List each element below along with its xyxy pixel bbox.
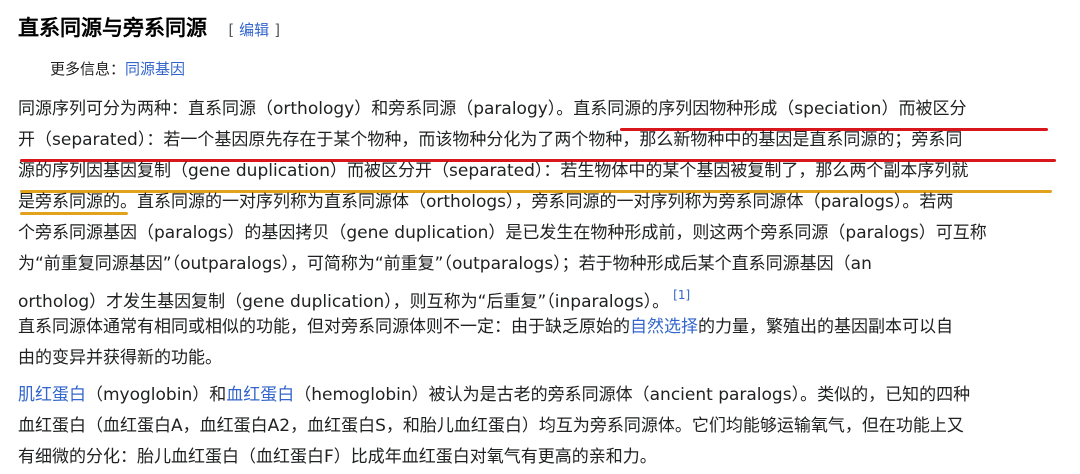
text-segment: 直系同源体通常有相同或相似的功能，但对旁系同源体则不一定：由于缺乏原始的 <box>18 317 630 337</box>
text-line: 同源序列可分为两种：直系同源（orthology）和旁系同源（paralogy）… <box>18 99 967 119</box>
text-line: 肌红蛋白（myoglobin）和血红蛋白（hemoglobin）被认为是古老的旁… <box>18 380 1062 411</box>
text-segment: 的力量，繁殖出的基因副本可以自 <box>698 317 953 337</box>
natural-selection-link[interactable]: 自然选择 <box>630 317 698 337</box>
text-line: ortholog）才发生基因复制（gene duplication），则互称为“… <box>18 280 1062 312</box>
text-line: 源的序列因基因复制（gene duplication）而被区分开（separat… <box>18 161 969 181</box>
hemoglobin-link[interactable]: 血红蛋白 <box>226 385 294 405</box>
text-line: 血红蛋白（血红蛋白A，血红蛋白A2，血红蛋白S，和胎儿血红蛋白）均互为旁系同源体… <box>18 416 964 436</box>
hatnote-prefix: 更多信息： <box>50 60 126 78</box>
text-line: 开（separated）：若一个基因原先存在于某个物种，而该物种分化为了两个物种… <box>18 130 963 150</box>
citation-ref[interactable]: [1] <box>673 288 690 302</box>
text-line: 直系同源体通常有相同或相似的功能，但对旁系同源体则不一定：由于缺乏原始的自然选择… <box>18 312 1062 343</box>
text-segment: （myoglobin）和 <box>86 385 227 405</box>
text-segment: （hemoglobin）被认为是古老的旁系同源体（ancient paralog… <box>294 385 971 405</box>
text-line: 由的变异并获得新的功能。 <box>18 348 222 368</box>
paragraph-hemoglobin: 肌红蛋白（myoglobin）和血红蛋白（hemoglobin）被认为是古老的旁… <box>18 380 1062 473</box>
paragraph-homology-types: 同源序列可分为两种：直系同源（orthology）和旁系同源（paralogy）… <box>18 94 1062 312</box>
hatnote-link[interactable]: 同源基因 <box>125 60 185 78</box>
edit-bracket-close: ] <box>274 21 281 39</box>
paragraph-function: 直系同源体通常有相同或相似的功能，但对旁系同源体则不一定：由于缺乏原始的自然选择… <box>18 312 1062 374</box>
edit-bracket-open: [ <box>228 21 235 39</box>
text-line: 有细微的分化：胎儿血红蛋白（血红蛋白F）比成年血红蛋白对氧气有更高的亲和力。 <box>18 447 657 467</box>
text-line: 为“前重复同源基因”（outparalogs），可简称为“前重复”（outpar… <box>18 254 872 274</box>
edit-link[interactable]: 编辑 <box>239 21 269 39</box>
section-heading: 直系同源与旁系同源 [编辑] <box>18 12 280 42</box>
hatnote: 更多信息：同源基因 <box>50 58 185 79</box>
myoglobin-link[interactable]: 肌红蛋白 <box>18 385 86 405</box>
text-line: 个旁系同源基因（paralogs）的基因拷贝（gene duplication）… <box>18 223 987 243</box>
text-line-content: ortholog）才发生基因复制（gene duplication），则互称为“… <box>18 292 670 312</box>
section-title: 直系同源与旁系同源 <box>18 16 207 40</box>
text-line: 是旁系同源的。直系同源的一对序列称为直系同源体（orthologs），旁系同源的… <box>18 192 954 212</box>
edit-section: [编辑] <box>228 19 280 40</box>
